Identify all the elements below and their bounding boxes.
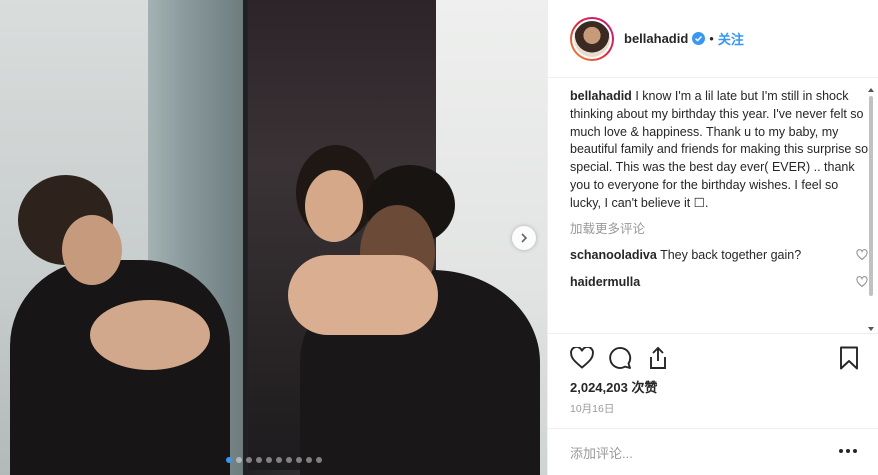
carousel-dot xyxy=(285,457,292,463)
carousel-dot xyxy=(235,457,242,463)
add-comment-input[interactable]: 添加评论... xyxy=(570,443,839,462)
carousel-dot xyxy=(315,457,322,463)
instagram-post: bellahadid • 关注 bellahadid I know I'm a … xyxy=(0,0,878,475)
post-side-panel: bellahadid • 关注 bellahadid I know I'm a … xyxy=(547,0,878,475)
comment-item: schanooladiva They back together gain? xyxy=(570,247,870,265)
caption-username[interactable]: bellahadid xyxy=(570,89,632,103)
carousel-dot xyxy=(225,457,232,463)
post-caption: bellahadid I know I'm a lil late but I'm… xyxy=(570,88,870,213)
post-actions xyxy=(548,333,878,378)
comment-like-icon[interactable] xyxy=(856,276,868,294)
carousel-dot xyxy=(245,457,252,463)
comment-text: They back together gain? xyxy=(660,248,802,263)
post-photo[interactable] xyxy=(0,0,547,475)
heart-outline-icon[interactable] xyxy=(568,344,596,372)
post-header: bellahadid • 关注 xyxy=(548,0,878,78)
header-username[interactable]: bellahadid xyxy=(624,31,688,46)
avatar[interactable] xyxy=(570,16,614,61)
caption-text: I know I'm a lil late but I'm still in s… xyxy=(570,89,869,210)
add-comment-bar: 添加评论... xyxy=(548,428,878,475)
follow-button[interactable]: 关注 xyxy=(718,29,744,48)
post-date[interactable]: 10月16日 xyxy=(570,401,614,416)
comment-username[interactable]: haidermulla xyxy=(570,275,640,289)
chevron-right-icon xyxy=(521,233,528,243)
comment-item: haidermulla xyxy=(570,274,870,292)
comments-list: bellahadid I know I'm a lil late but I'm… xyxy=(570,88,870,326)
comment-username[interactable]: schanooladiva xyxy=(570,248,657,262)
carousel-dots xyxy=(0,457,547,463)
carousel-next-button[interactable] xyxy=(512,226,536,250)
verified-badge-icon xyxy=(692,32,706,45)
more-dots-icon[interactable] xyxy=(839,449,857,455)
carousel-dot xyxy=(275,457,282,463)
carousel-dot xyxy=(295,457,302,463)
carousel-dot xyxy=(265,457,272,463)
likes-count[interactable]: 2,024,203 次赞 xyxy=(570,377,657,396)
load-more-comments-button[interactable]: 加载更多评论 xyxy=(570,221,870,239)
comments-scrollbar[interactable] xyxy=(868,88,874,331)
carousel-dot xyxy=(305,457,312,463)
comment-bubble-icon[interactable] xyxy=(606,344,634,372)
share-upload-icon[interactable] xyxy=(644,344,672,372)
header-separator: • xyxy=(709,31,714,46)
carousel-dot xyxy=(255,457,262,463)
comment-like-icon[interactable] xyxy=(856,249,868,267)
bookmark-icon[interactable] xyxy=(835,344,863,372)
